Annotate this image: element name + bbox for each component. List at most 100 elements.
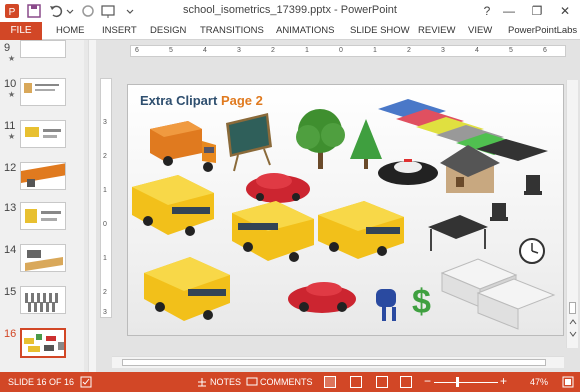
ruler-label: 4 [203,47,207,54]
ruler-label: 3 [103,309,107,316]
tab-file[interactable]: FILE [0,22,42,40]
pine-tree-clipart [350,119,382,169]
thumb-number: 15 [4,286,17,298]
zoom-out-button[interactable]: − [424,374,431,388]
tab-slide-show[interactable]: SLIDE SHOW [350,25,410,36]
tab-animations[interactable]: ANIMATIONS [276,25,334,36]
slide-thumbnail-15[interactable] [20,286,66,314]
slide-thumbnail-10[interactable] [20,78,66,106]
ruler-label: 3 [441,47,445,54]
horizontal-ruler: 6 5 4 3 2 1 0 1 2 3 4 5 6 [130,45,566,57]
ruler-label: 0 [103,221,107,228]
thumb-number: 10 [4,78,17,90]
school-bus-clipart [144,257,230,321]
thumb-number: 14 [4,244,17,256]
slide-thumbnail-11[interactable] [20,120,66,148]
school-bus-clipart [132,175,214,236]
chair-clipart [524,175,542,195]
ruler-label: 6 [543,47,547,54]
vertical-scrollbar[interactable] [566,80,578,348]
tab-review[interactable]: REVIEW [418,25,455,36]
notes-button[interactable]: NOTES [210,377,241,387]
dollar-sign-clipart: $ [412,283,431,321]
svg-text:$: $ [412,283,431,321]
zoom-level[interactable]: 47% [530,377,548,387]
ruler-label: 1 [103,187,107,194]
scroll-thumb[interactable] [122,359,546,366]
ruler-label: 4 [475,47,479,54]
ruler-label: 5 [509,47,513,54]
slide-sorter-icon[interactable] [350,376,362,388]
help-button[interactable]: ? [478,2,496,20]
normal-view-icon[interactable] [324,376,336,388]
comments-button[interactable]: COMMENTS [260,377,313,387]
delivery-truck-clipart [150,121,216,172]
slide-thumbnail-16[interactable] [20,328,66,358]
fit-to-window-icon[interactable] [562,376,574,388]
ruler-label: 2 [103,289,107,296]
school-bus-clipart [318,201,404,259]
thumb-number: 11 [4,120,16,132]
horizontal-scrollbar[interactable] [112,356,564,368]
ruler-label: 1 [103,255,107,262]
ruler-label: 0 [339,47,343,54]
chair-clipart [490,203,508,221]
slideshow-view-icon[interactable] [400,376,412,388]
school-bus-clipart [232,201,314,262]
thumb-number: 16 [4,328,17,340]
previous-slide-icon[interactable] [569,318,577,326]
slide-thumbnail-14[interactable] [20,244,66,272]
slide-thumbnail-13[interactable] [20,202,66,230]
zoom-in-button[interactable]: + [500,374,507,388]
scroll-thumb[interactable] [569,302,576,314]
vertical-ruler: 3 2 1 0 1 2 3 [100,78,112,318]
chalkboard-clipart [226,113,272,172]
slide-thumbnail-9[interactable] [20,40,66,58]
clipart-collection[interactable]: $ [128,85,564,336]
ruler-label: 3 [237,47,241,54]
restore-button[interactable]: ❐ [528,2,546,20]
tab-powerpointlabs[interactable]: PowerPointLabs [508,25,577,36]
thumb-number: 13 [4,202,17,214]
red-sedan-clipart [288,282,356,313]
ruler-label: 3 [103,119,107,126]
animation-star-icon: ★ [8,132,16,141]
thumbnail-scrollbar[interactable] [88,40,96,372]
minimize-button[interactable]: — [500,2,518,20]
thumb-number: 12 [4,162,17,174]
ruler-label: 1 [305,47,309,54]
tab-home[interactable]: HOME [56,25,85,36]
thumb-number: 9 [4,42,11,54]
slide-counter: SLIDE 16 OF 16 [8,377,75,387]
spellcheck-icon[interactable] [80,376,92,388]
comments-icon[interactable] [246,376,258,388]
slide-thumbnail-12[interactable] [20,162,66,190]
status-bar: SLIDE 16 OF 16 NOTES COMMENTS − + 47% [0,372,580,392]
slide-thumbnail-pane: 9 ★ 10 ★ 11 ★ 12 13 14 15 16 [0,40,84,372]
animation-star-icon: ★ [8,54,16,63]
ruler-label: 2 [271,47,275,54]
reading-view-icon[interactable] [376,376,388,388]
close-button[interactable]: ✕ [556,2,574,20]
red-car-clipart [246,173,310,203]
tab-insert[interactable]: INSERT [102,25,137,36]
ruler-label: 2 [407,47,411,54]
ruler-label: 1 [373,47,377,54]
clock-clipart [519,238,545,264]
ribbon-tabs: FILE HOME INSERT DESIGN TRANSITIONS ANIM… [0,22,580,40]
notes-icon[interactable] [196,376,208,388]
tab-view[interactable]: VIEW [468,25,492,36]
slide-canvas[interactable]: Extra Clipart Page 2 $ [127,84,564,336]
tab-design[interactable]: DESIGN [150,25,186,36]
animation-star-icon: ★ [8,90,16,99]
zoom-slider[interactable] [434,382,498,383]
title-bar: P school_isometrics_17399.pptx - PowerPo… [0,0,580,22]
ruler-label: 6 [135,47,139,54]
next-slide-icon[interactable] [569,330,577,338]
police-car-clipart [378,159,438,185]
ruler-label: 2 [103,153,107,160]
tab-transitions[interactable]: TRANSITIONS [200,25,264,36]
zoom-slider-handle[interactable] [456,377,459,387]
mailbox-clipart [376,289,396,321]
tree-clipart [296,109,345,169]
